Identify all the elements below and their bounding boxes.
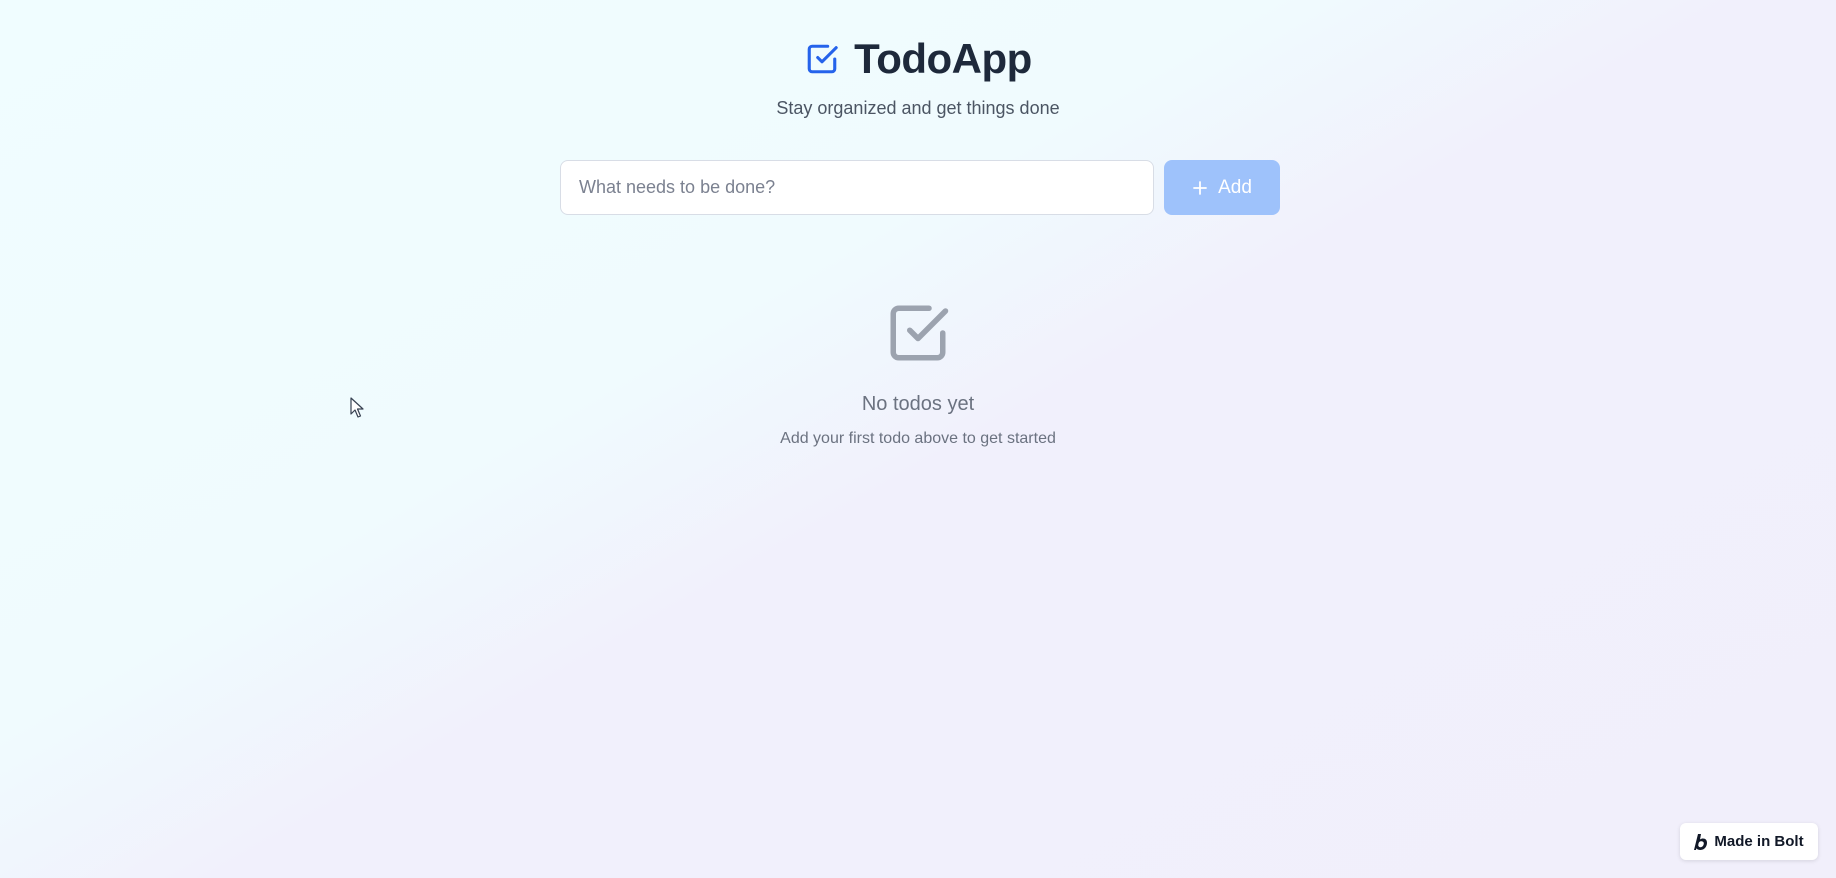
bolt-logo-icon: [1694, 833, 1708, 850]
page-subtitle: Stay organized and get things done: [776, 98, 1060, 118]
app-header: TodoApp Stay organized and get things do…: [0, 34, 1836, 119]
empty-state-subtitle: Add your first todo above to get started: [780, 430, 1056, 447]
todo-input[interactable]: [560, 160, 1154, 215]
title-row: TodoApp: [804, 34, 1032, 84]
badge-label: Made in Bolt: [1714, 833, 1804, 850]
todo-app: TodoApp Stay organized and get things do…: [0, 0, 1836, 878]
add-button[interactable]: Add: [1164, 160, 1280, 215]
check-square-icon: [804, 41, 840, 77]
add-todo-form: Add: [560, 160, 1280, 215]
mouse-cursor-icon: [350, 397, 366, 419]
plus-icon: [1192, 180, 1208, 196]
page-title: TodoApp: [854, 35, 1032, 82]
empty-state: No todos yet Add your first todo above t…: [0, 300, 1836, 448]
empty-state-title: No todos yet: [861, 393, 975, 415]
made-in-bolt-badge[interactable]: Made in Bolt: [1680, 823, 1818, 860]
add-button-label: Add: [1218, 176, 1252, 198]
check-square-icon: [885, 300, 951, 366]
